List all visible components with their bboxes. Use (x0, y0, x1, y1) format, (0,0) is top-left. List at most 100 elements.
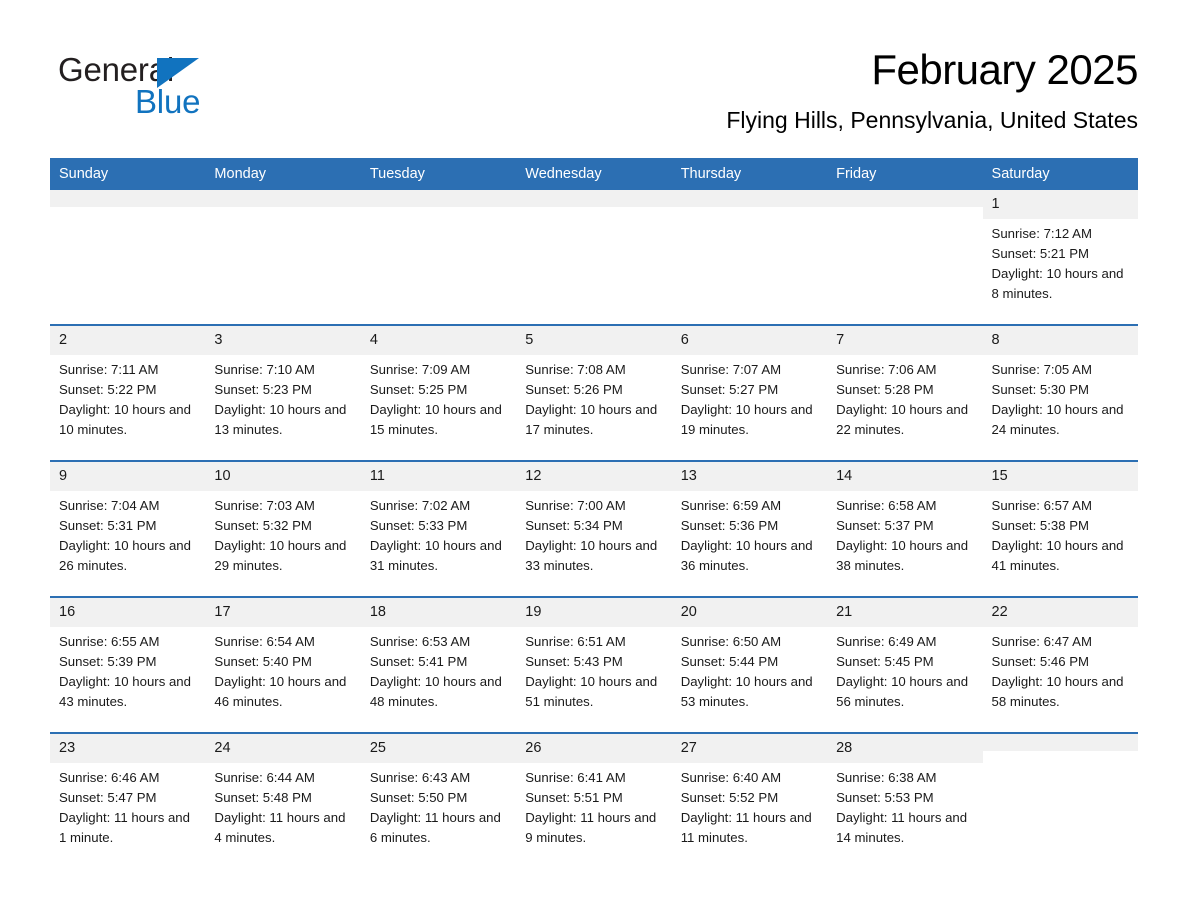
page-header: General Blue February 2025 Flying Hills,… (50, 44, 1139, 144)
calendar-day-cell[interactable]: 5 Sunrise: 7:08 AM Sunset: 5:26 PM Daylight… (516, 324, 672, 461)
day-number: 11 (360, 462, 517, 491)
calendar-empty-cell (205, 190, 361, 325)
calendar-day-cell[interactable]: 20 Sunrise: 6:50 AM Sunset: 5:44 PM Dayligh… (671, 596, 828, 733)
sunset-text: Sunset: 5:40 PM (214, 654, 312, 669)
sunrise-text: Sunrise: 7:06 AM (836, 362, 937, 377)
calendar-day-cell[interactable]: 17 Sunrise: 6:54 AM Sunset: 5:40 PM Dayligh… (205, 596, 361, 733)
general-blue-logo[interactable]: General Blue (58, 52, 258, 122)
daylight-text: Daylight: 10 hours and 48 minutes. (369, 674, 502, 709)
day-number (671, 190, 828, 207)
sunrise-text: Sunrise: 6:41 AM (525, 770, 626, 785)
daylight-text: Daylight: 10 hours and 53 minutes. (680, 674, 813, 709)
calendar-day-cell[interactable]: 4 Sunrise: 7:09 AM Sunset: 5:25 PM Daylight… (360, 324, 517, 461)
sunset-text: Sunset: 5:52 PM (680, 790, 779, 805)
day-number: 5 (516, 326, 672, 355)
day-number: 27 (671, 734, 828, 763)
calendar-day-cell[interactable]: 12 Sunrise: 7:00 AM Sunset: 5:34 PM Dayligh… (516, 460, 672, 597)
calendar-day-cell[interactable]: 21 Sunrise: 6:49 AM Sunset: 5:45 PM Dayligh… (827, 596, 983, 733)
day-details: Sunrise: 6:58 AM Sunset: 5:37 PM Daylight:… (827, 491, 982, 576)
day-details: Sunrise: 7:12 AM Sunset: 5:21 PM Daylight:… (983, 219, 1138, 304)
calendar-day-cell[interactable]: 23 Sunrise: 6:46 AM Sunset: 5:47 PM Dayligh… (50, 732, 206, 868)
daylight-text: Daylight: 11 hours and 11 minutes. (680, 810, 812, 845)
calendar-day-cell[interactable]: 10 Sunrise: 7:03 AM Sunset: 5:32 PM Dayligh… (205, 460, 361, 597)
daylight-text: Daylight: 11 hours and 9 minutes. (525, 810, 657, 845)
day-number: 3 (205, 326, 361, 355)
calendar-day-cell[interactable]: 18 Sunrise: 6:53 AM Sunset: 5:41 PM Dayligh… (360, 596, 517, 733)
calendar-day-cell[interactable]: 3 Sunrise: 7:10 AM Sunset: 5:23 PM Daylight… (205, 324, 361, 461)
page-subtitle: Flying Hills, Pennsylvania, United State… (726, 107, 1138, 133)
daylight-text: Daylight: 10 hours and 51 minutes. (525, 674, 658, 709)
calendar-week-row: 16 Sunrise: 6:55 AM Sunset: 5:39 PM Dayligh… (50, 596, 1138, 733)
daylight-text: Daylight: 10 hours and 36 minutes. (680, 538, 813, 573)
sunrise-text: Sunrise: 7:05 AM (991, 362, 1092, 377)
day-number: 19 (516, 598, 672, 627)
sunrise-text: Sunrise: 7:03 AM (214, 498, 315, 513)
sunrise-text: Sunrise: 6:57 AM (991, 498, 1092, 513)
calendar-day-cell[interactable]: 22 Sunrise: 6:47 AM Sunset: 5:46 PM Dayligh… (982, 596, 1138, 733)
calendar-day-cell[interactable]: 24 Sunrise: 6:44 AM Sunset: 5:48 PM Dayligh… (205, 732, 361, 868)
day-details: Sunrise: 7:10 AM Sunset: 5:23 PM Daylight:… (205, 355, 360, 440)
day-number: 13 (671, 462, 828, 491)
sunset-text: Sunset: 5:21 PM (991, 246, 1090, 261)
calendar-empty-cell (50, 190, 206, 325)
calendar-day-cell[interactable]: 8 Sunrise: 7:05 AM Sunset: 5:30 PM Daylight… (982, 324, 1138, 461)
calendar-day-cell[interactable]: 1 Sunrise: 7:12 AM Sunset: 5:21 PM Daylight… (982, 190, 1138, 325)
calendar-day-cell[interactable]: 2 Sunrise: 7:11 AM Sunset: 5:22 PM Daylight… (50, 324, 206, 461)
sunrise-text: Sunrise: 6:51 AM (525, 634, 626, 649)
daylight-text: Daylight: 10 hours and 22 minutes. (836, 402, 969, 437)
calendar-week-row: 9 Sunrise: 7:04 AM Sunset: 5:31 PM Daylight… (50, 460, 1138, 597)
calendar-day-cell[interactable]: 16 Sunrise: 6:55 AM Sunset: 5:39 PM Dayligh… (50, 596, 206, 733)
sunrise-text: Sunrise: 7:12 AM (991, 226, 1092, 241)
calendar-day-cell[interactable]: 7 Sunrise: 7:06 AM Sunset: 5:28 PM Daylight… (827, 324, 983, 461)
day-details: Sunrise: 6:55 AM Sunset: 5:39 PM Daylight:… (50, 627, 205, 712)
sunrise-text: Sunrise: 6:44 AM (214, 770, 315, 785)
calendar-empty-cell (982, 732, 1138, 868)
daylight-text: Daylight: 10 hours and 13 minutes. (214, 402, 347, 437)
day-details: Sunrise: 7:11 AM Sunset: 5:22 PM Daylight:… (50, 355, 205, 440)
daylight-text: Daylight: 11 hours and 6 minutes. (369, 810, 501, 845)
sunset-text: Sunset: 5:51 PM (525, 790, 623, 805)
daylight-text: Daylight: 10 hours and 17 minutes. (525, 402, 658, 437)
day-number: 20 (671, 598, 828, 627)
sunset-text: Sunset: 5:27 PM (680, 382, 779, 397)
calendar-day-cell[interactable]: 27 Sunrise: 6:40 AM Sunset: 5:52 PM Dayligh… (671, 732, 828, 868)
sunset-text: Sunset: 5:31 PM (59, 518, 157, 533)
sunrise-text: Sunrise: 7:08 AM (525, 362, 626, 377)
sunset-text: Sunset: 5:33 PM (369, 518, 468, 533)
day-number: 21 (827, 598, 983, 627)
day-number: 25 (360, 734, 517, 763)
daylight-text: Daylight: 10 hours and 31 minutes. (369, 538, 502, 573)
day-number: 2 (50, 326, 206, 355)
sunrise-text: Sunrise: 6:38 AM (836, 770, 937, 785)
day-number: 22 (982, 598, 1138, 627)
day-number (827, 190, 983, 207)
calendar-day-cell[interactable]: 28 Sunrise: 6:38 AM Sunset: 5:53 PM Dayligh… (827, 732, 983, 868)
calendar-day-cell[interactable]: 14 Sunrise: 6:58 AM Sunset: 5:37 PM Dayligh… (827, 460, 983, 597)
sunset-text: Sunset: 5:45 PM (836, 654, 934, 669)
calendar-day-cell[interactable]: 13 Sunrise: 6:59 AM Sunset: 5:36 PM Dayligh… (671, 460, 828, 597)
sunset-text: Sunset: 5:48 PM (214, 790, 312, 805)
calendar-day-cell[interactable]: 15 Sunrise: 6:57 AM Sunset: 5:38 PM Dayligh… (982, 460, 1138, 597)
column-header-sunday: Sunday (50, 158, 206, 190)
column-header-wednesday: Wednesday (516, 158, 672, 190)
calendar-day-cell[interactable]: 11 Sunrise: 7:02 AM Sunset: 5:33 PM Dayligh… (360, 460, 517, 597)
calendar-day-cell[interactable]: 9 Sunrise: 7:04 AM Sunset: 5:31 PM Daylight… (50, 460, 206, 597)
sunset-text: Sunset: 5:32 PM (214, 518, 312, 533)
day-details: Sunrise: 7:05 AM Sunset: 5:30 PM Daylight:… (983, 355, 1138, 440)
sunrise-text: Sunrise: 7:04 AM (59, 498, 160, 513)
calendar-day-cell[interactable]: 25 Sunrise: 6:43 AM Sunset: 5:50 PM Dayligh… (360, 732, 517, 868)
calendar-week-row: 23 Sunrise: 6:46 AM Sunset: 5:47 PM Dayligh… (50, 732, 1138, 868)
daylight-text: Daylight: 10 hours and 8 minutes. (991, 266, 1124, 301)
calendar-day-cell[interactable]: 26 Sunrise: 6:41 AM Sunset: 5:51 PM Dayligh… (516, 732, 672, 868)
day-number: 17 (205, 598, 361, 627)
day-number: 23 (50, 734, 206, 763)
day-details: Sunrise: 6:47 AM Sunset: 5:46 PM Daylight:… (983, 627, 1138, 712)
sunset-text: Sunset: 5:39 PM (59, 654, 157, 669)
sunrise-text: Sunrise: 6:40 AM (680, 770, 782, 785)
calendar-day-cell[interactable]: 19 Sunrise: 6:51 AM Sunset: 5:43 PM Dayligh… (516, 596, 672, 733)
weekday-header-row: Sunday Monday Tuesday Wednesday Thursday… (50, 158, 1138, 190)
sunrise-text: Sunrise: 6:53 AM (369, 634, 471, 649)
day-details: Sunrise: 6:54 AM Sunset: 5:40 PM Daylight:… (205, 627, 360, 712)
calendar-day-cell[interactable]: 6 Sunrise: 7:07 AM Sunset: 5:27 PM Daylight… (671, 324, 828, 461)
day-details: Sunrise: 7:03 AM Sunset: 5:32 PM Daylight:… (205, 491, 360, 576)
